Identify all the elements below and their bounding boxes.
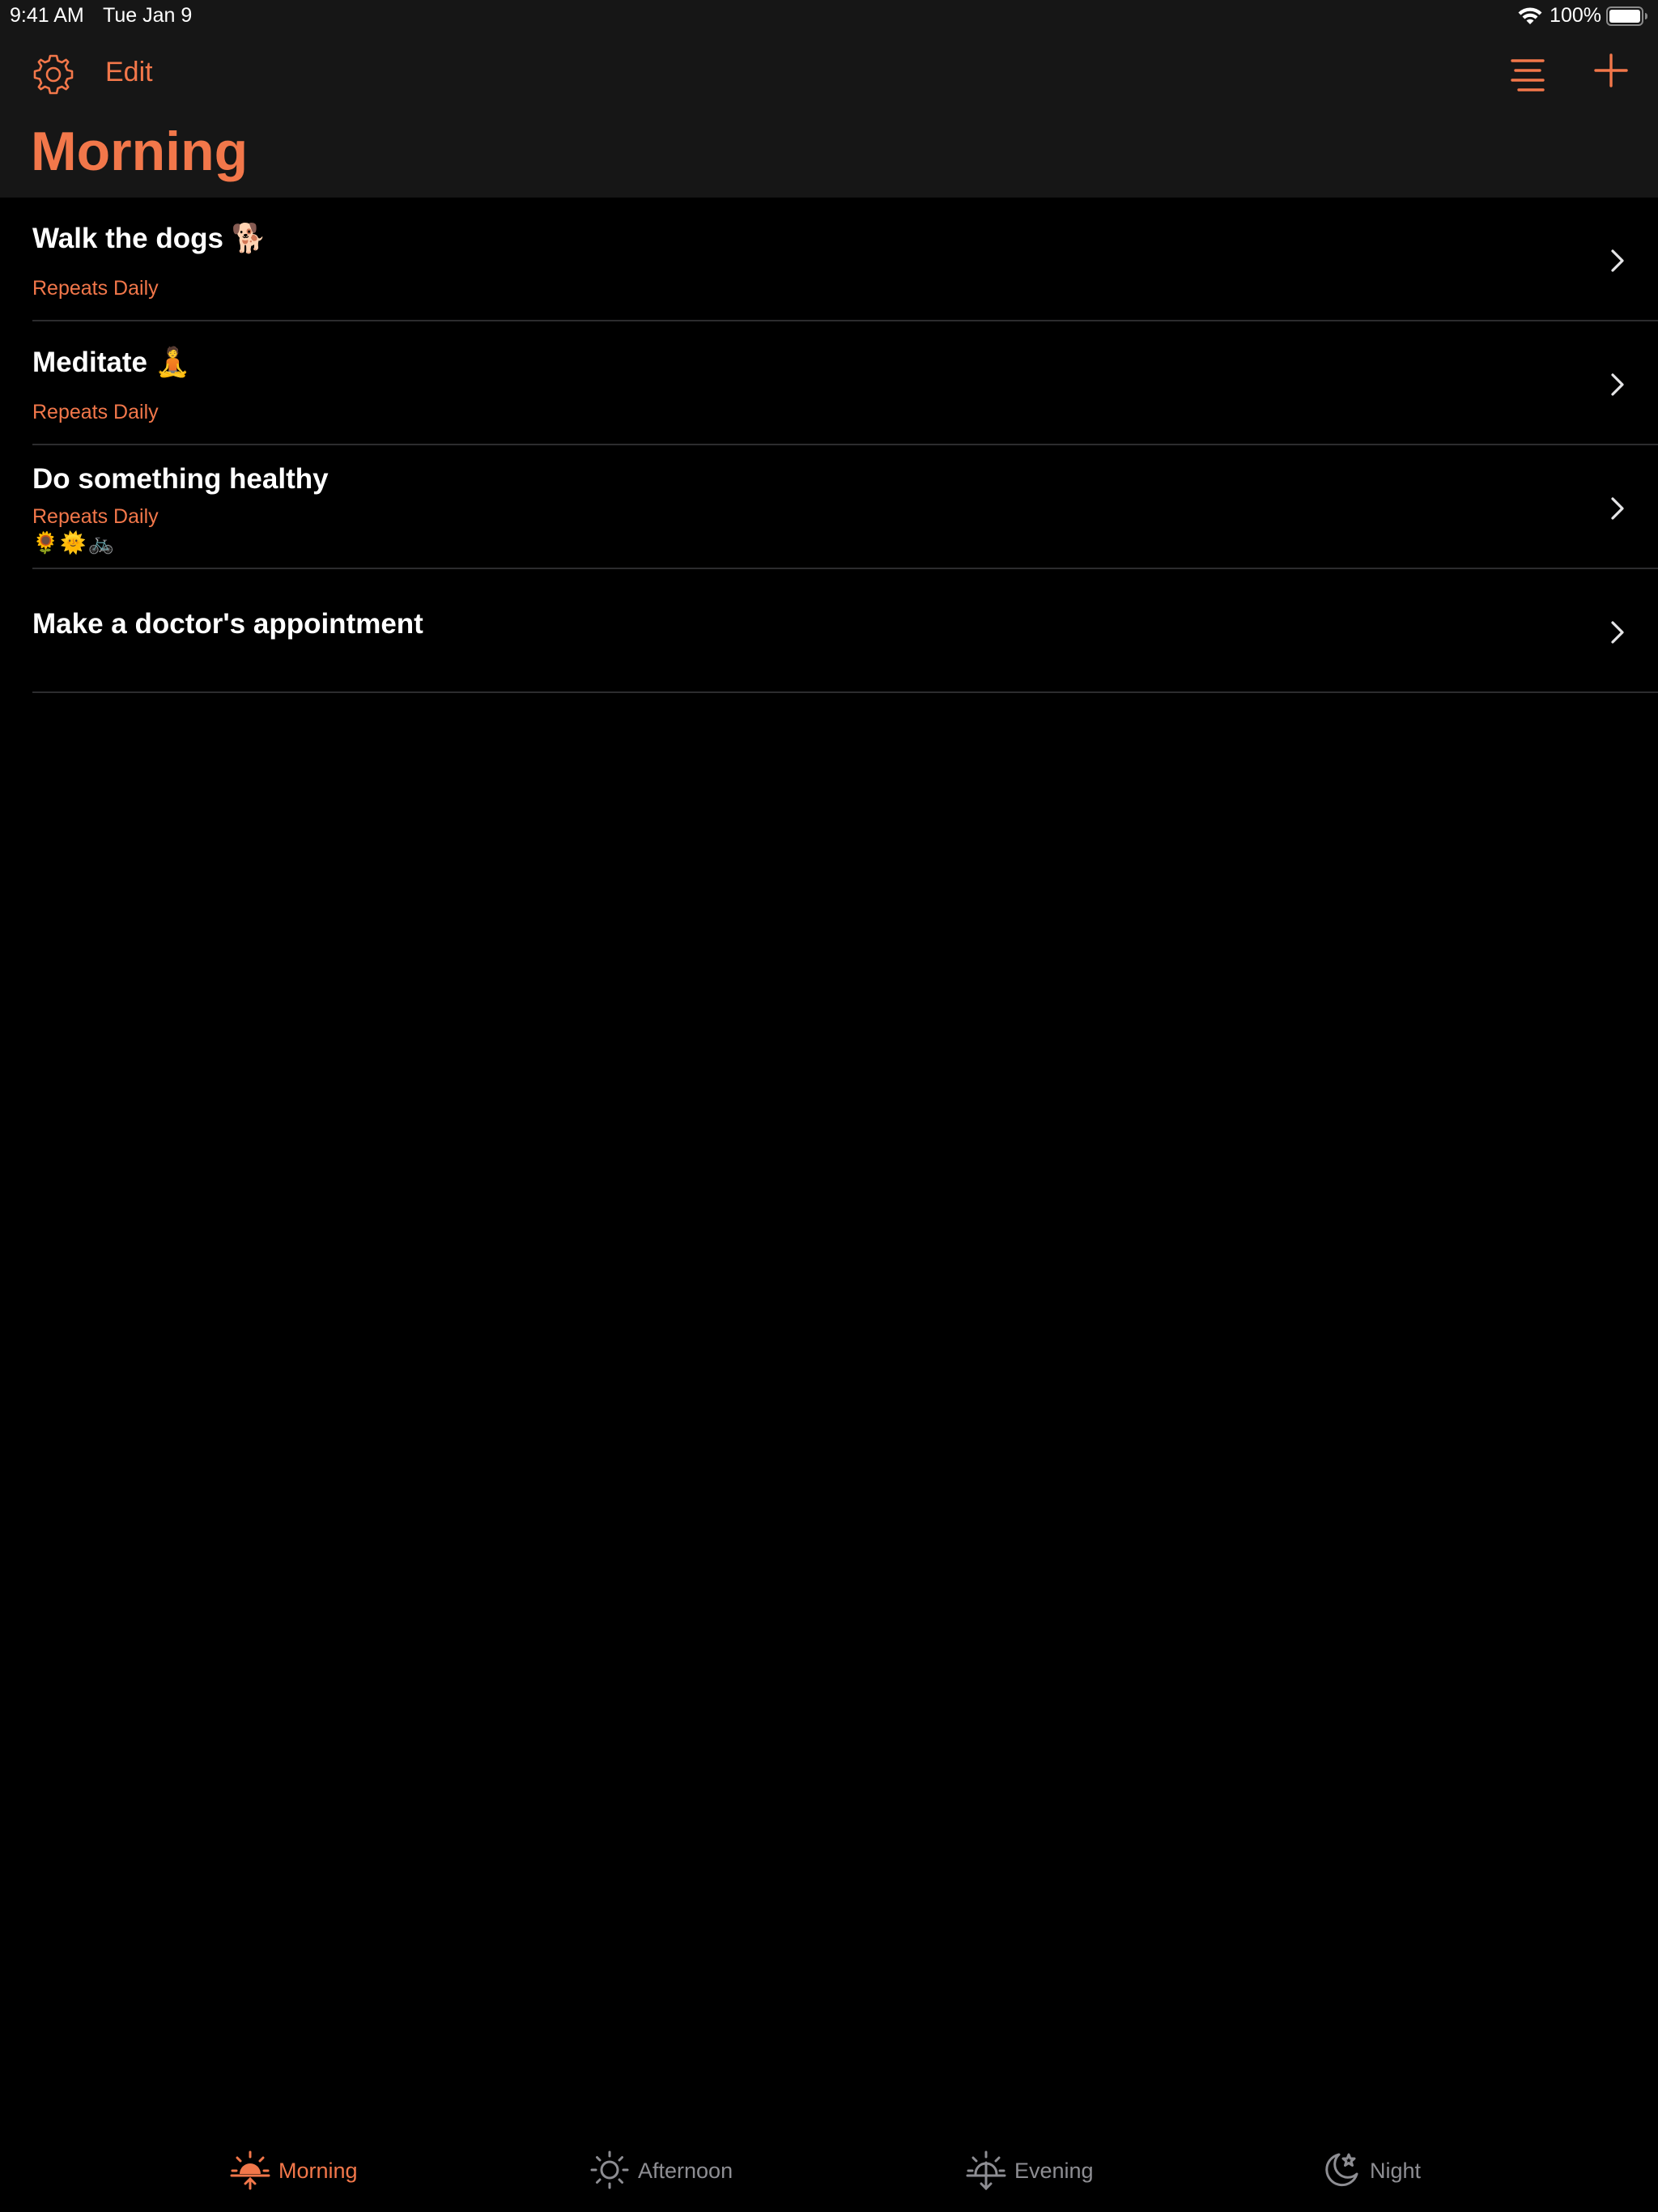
battery-icon — [1606, 6, 1647, 26]
task-repeat-label: Repeats Daily — [32, 277, 159, 300]
list-item[interactable]: Meditate 🧘 Repeats Daily — [0, 321, 1658, 445]
sunset-icon — [966, 2150, 1006, 2190]
task-title: Do something healthy — [32, 463, 329, 495]
navigation-bar: Edit Morning — [0, 32, 1658, 198]
task-tag-emojis: 🌻🌞🚲 — [32, 530, 117, 555]
chevron-right-icon — [1611, 373, 1624, 396]
tab-label: Afternoon — [638, 2159, 733, 2183]
chevron-right-icon — [1611, 249, 1624, 272]
task-title: Walk the dogs 🐕 — [32, 223, 267, 254]
gear-icon[interactable] — [31, 52, 76, 97]
task-title: Make a doctor's appointment — [32, 608, 423, 640]
page-title: Morning — [31, 121, 249, 182]
tab-label: Night — [1370, 2159, 1422, 2183]
sunrise-icon — [230, 2150, 270, 2190]
battery-percentage: 100% — [1550, 4, 1601, 27]
task-repeat-label: Repeats Daily — [32, 401, 159, 423]
task-title: Meditate 🧘 — [32, 347, 191, 378]
sun-icon — [590, 2150, 629, 2189]
chevron-right-icon — [1611, 621, 1624, 644]
tab-bar: Morning Afternoon Evening Night — [0, 2123, 1658, 2212]
add-icon[interactable] — [1594, 53, 1628, 87]
list-item[interactable]: Do something healthy Repeats Daily 🌻🌞🚲 — [0, 445, 1658, 569]
moon-icon — [1325, 2153, 1358, 2187]
list-item[interactable]: Walk the dogs 🐕 Repeats Daily — [0, 198, 1658, 321]
chevron-right-icon — [1611, 497, 1624, 520]
sort-list-icon[interactable] — [1507, 57, 1548, 94]
task-repeat-label: Repeats Daily — [32, 505, 159, 528]
app-window: 9:41 AM Tue Jan 9 100% Edit Morning Walk… — [0, 0, 1658, 2212]
status-date: Tue Jan 9 — [103, 4, 193, 27]
list-item[interactable]: Make a doctor's appointment — [0, 569, 1658, 693]
tab-label: Evening — [1014, 2159, 1094, 2183]
wifi-icon — [1518, 7, 1542, 24]
tab-label: Morning — [278, 2159, 358, 2183]
task-list: Walk the dogs 🐕 Repeats Daily Meditate 🧘… — [0, 198, 1658, 693]
status-bar: 9:41 AM Tue Jan 9 100% — [0, 0, 1658, 32]
edit-button[interactable]: Edit — [105, 57, 153, 88]
status-time: 9:41 AM — [10, 4, 84, 27]
